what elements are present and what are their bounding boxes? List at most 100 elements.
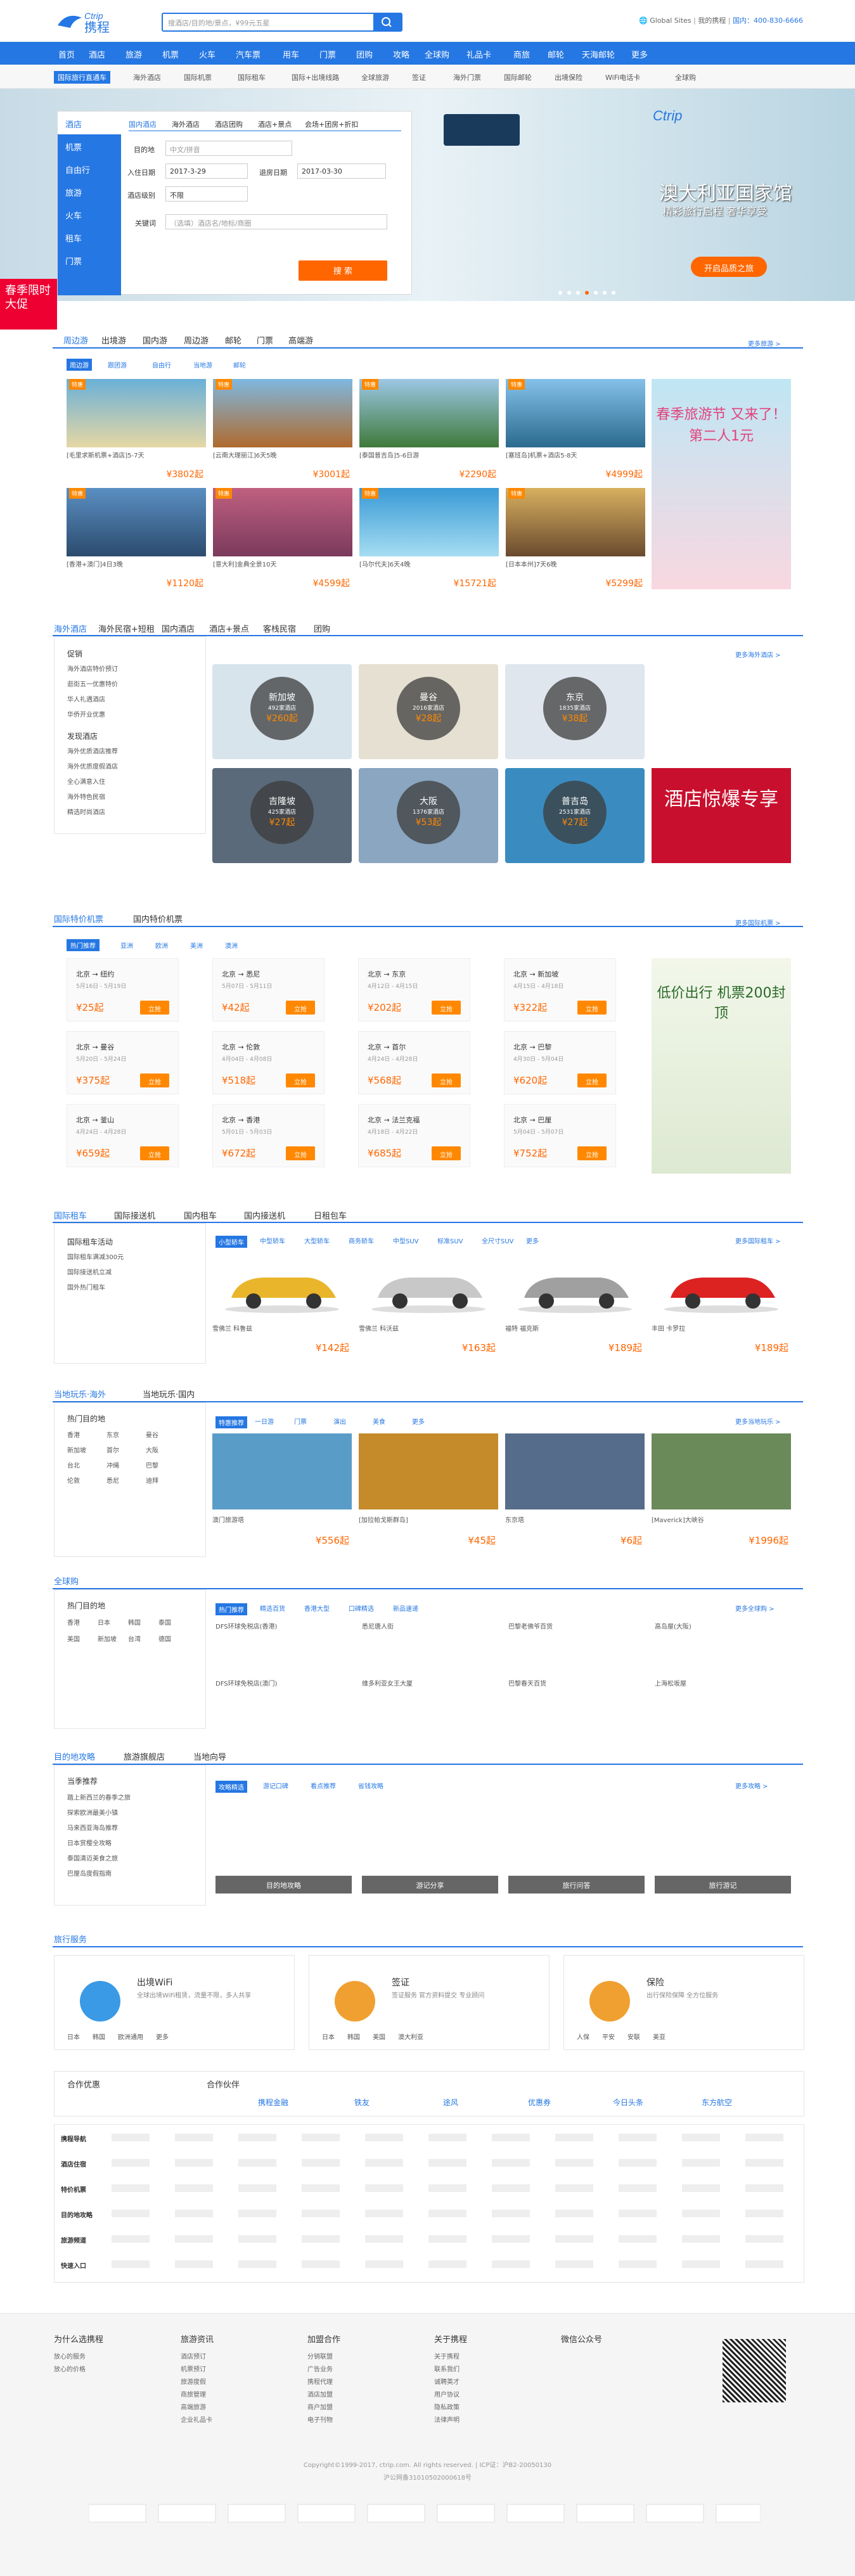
section-tab[interactable]: 团购 bbox=[314, 622, 330, 634]
flight-deal-card[interactable]: 北京 → 香港 5月01日 - 5月03日 ¥672起 立抢 bbox=[212, 1104, 325, 1167]
section-tab[interactable]: 国内特价机票 bbox=[133, 913, 183, 925]
city-link[interactable]: 日本 bbox=[98, 1615, 128, 1632]
fun-subtab[interactable]: 美食 bbox=[373, 1416, 385, 1426]
shop-subtab[interactable]: 新品速递 bbox=[393, 1603, 418, 1613]
buy-button[interactable]: 立抢 bbox=[577, 1073, 607, 1087]
city-link[interactable]: 悉尼 bbox=[106, 1474, 146, 1489]
guide-subtab[interactable]: 攻略精选 bbox=[215, 1781, 247, 1793]
fun-subtab[interactable]: 特惠推荐 bbox=[215, 1416, 247, 1428]
tour-card[interactable]: 特惠 [香港+澳门]4日3晚 ¥1120起 bbox=[67, 488, 206, 589]
buy-button[interactable]: 立抢 bbox=[432, 1073, 461, 1087]
fun-subtab[interactable]: 一日游 bbox=[255, 1416, 274, 1426]
footer-link[interactable]: 商户加盟 bbox=[307, 2402, 340, 2414]
flight-deal-card[interactable]: 北京 → 悉尼 5月07日 - 5月11日 ¥42起 立抢 bbox=[212, 958, 325, 1022]
section-tab[interactable]: 国内接送机 bbox=[244, 1209, 285, 1221]
car-type-tab[interactable]: 小型轿车 bbox=[215, 1236, 247, 1248]
shop-subtab[interactable]: 精选百货 bbox=[260, 1603, 285, 1613]
section-tab[interactable]: 酒店+景点 bbox=[209, 622, 249, 634]
fun-subtab[interactable]: 更多 bbox=[412, 1416, 425, 1426]
city-link[interactable]: 泰国 bbox=[158, 1615, 189, 1632]
link-row[interactable] bbox=[112, 2134, 796, 2141]
subtab[interactable]: 澳洲 bbox=[225, 940, 238, 950]
footer-link[interactable]: 电子刊物 bbox=[307, 2414, 340, 2427]
footer-link[interactable]: 商旅管理 bbox=[181, 2389, 214, 2402]
flight-deal-card[interactable]: 北京 → 巴厘 5月04日 - 5月07日 ¥752起 立抢 bbox=[504, 1104, 616, 1167]
subnav-item[interactable]: 海外酒店 bbox=[133, 72, 161, 82]
buy-button[interactable]: 立抢 bbox=[577, 1146, 607, 1160]
section-tab[interactable]: 国际特价机票 bbox=[54, 913, 103, 925]
shop-item[interactable]: 高岛屋(大阪) bbox=[655, 1622, 791, 1632]
city-link[interactable]: 大阪 bbox=[146, 1444, 185, 1459]
guide-button[interactable]: 游记分享 bbox=[362, 1876, 498, 1894]
list-item[interactable]: 国际接送机立减 bbox=[67, 1266, 124, 1281]
level-select[interactable]: 不限 bbox=[165, 186, 248, 202]
city-link[interactable]: 首尔 bbox=[106, 1444, 146, 1459]
section-tab[interactable]: 国内酒店 bbox=[162, 622, 195, 634]
subnav-item[interactable]: 海外门票 bbox=[453, 72, 481, 82]
more-link[interactable]: 更多旅游 > bbox=[748, 338, 781, 348]
buy-button[interactable]: 立抢 bbox=[140, 1073, 169, 1087]
car-card[interactable]: 丰田 卡罗拉 ¥189起 bbox=[652, 1253, 791, 1361]
car-type-tab[interactable]: 中型轿车 bbox=[260, 1236, 285, 1245]
subtab[interactable]: 亚洲 bbox=[120, 940, 133, 950]
section-tab[interactable]: 门票 bbox=[257, 334, 273, 346]
footer-link[interactable]: 诚聘英才 bbox=[434, 2376, 467, 2389]
city-link[interactable]: 巴黎 bbox=[146, 1459, 185, 1474]
subtab[interactable]: 热门推荐 bbox=[67, 939, 100, 951]
guide-subtab[interactable]: 省钱攻略 bbox=[358, 1781, 383, 1790]
city-card[interactable]: 曼谷 2016家酒店 ¥28起 bbox=[359, 664, 498, 759]
car-card[interactable]: 福特 福克斯 ¥189起 bbox=[505, 1253, 645, 1361]
nav-item[interactable]: 旅游 bbox=[125, 48, 142, 60]
car-type-tab[interactable]: 全尺寸SUV bbox=[482, 1236, 514, 1245]
partner-logo[interactable]: 东方航空 bbox=[682, 2092, 752, 2111]
service-chip[interactable]: 欧洲通用 bbox=[118, 2034, 143, 2041]
list-item[interactable]: 探索欧洲最美小镇 bbox=[67, 1806, 131, 1821]
carousel-dots[interactable] bbox=[558, 288, 627, 295]
section-tab[interactable]: 当地向导 bbox=[193, 1750, 226, 1762]
flight-deal-card[interactable]: 北京 → 东京 4月12日 - 4月15日 ¥202起 立抢 bbox=[358, 958, 470, 1022]
city-link[interactable]: 台北 bbox=[67, 1459, 106, 1474]
tab-flight[interactable]: 机票 bbox=[58, 134, 121, 157]
nav-item[interactable]: 天海邮轮 bbox=[582, 48, 615, 60]
shop-item[interactable]: 悉尼唐人街 bbox=[362, 1622, 498, 1632]
more-link[interactable]: 更多全球购 > bbox=[735, 1603, 775, 1613]
fun-subtab[interactable]: 门票 bbox=[294, 1416, 307, 1426]
subtab[interactable]: 邮轮 bbox=[233, 360, 246, 369]
subtab[interactable]: 欧洲 bbox=[155, 940, 168, 950]
list-item[interactable]: 马来西亚海岛推荐 bbox=[67, 1821, 131, 1836]
activity-card[interactable]: [Maverick]大峡谷 ¥1996起 bbox=[652, 1433, 791, 1554]
service-chip[interactable]: 更多 bbox=[156, 2034, 169, 2041]
ctrip-logo[interactable]: Ctrip 携程 bbox=[54, 6, 136, 35]
nav-item[interactable]: 更多 bbox=[631, 48, 648, 60]
section-tab[interactable]: 当地玩乐·海外 bbox=[54, 1388, 106, 1400]
city-link[interactable]: 迪拜 bbox=[146, 1474, 185, 1489]
subnav-item[interactable]: 国际旅行直通车 bbox=[54, 71, 110, 84]
nav-item[interactable]: 全球购 bbox=[425, 48, 449, 60]
shop-subtab[interactable]: 香港大型 bbox=[304, 1603, 330, 1613]
section-tab[interactable]: 旅游旗舰店 bbox=[124, 1750, 165, 1762]
list-item[interactable]: 全心满意入住 bbox=[67, 775, 118, 790]
search-submit-button[interactable]: 搜 索 bbox=[299, 260, 387, 281]
hotel-tab-overseas[interactable]: 海外酒店 bbox=[172, 119, 200, 129]
banner-cta-button[interactable]: 开启品质之旅 bbox=[691, 257, 767, 277]
buy-button[interactable]: 立抢 bbox=[286, 1146, 315, 1160]
search-button[interactable] bbox=[373, 14, 401, 30]
tab-tour[interactable]: 旅游 bbox=[58, 180, 121, 203]
buy-button[interactable]: 立抢 bbox=[432, 1001, 461, 1015]
city-card[interactable]: 吉隆坡 425家酒店 ¥27起 bbox=[212, 768, 352, 863]
tour-card[interactable]: 特惠 [泰国普吉岛]5-6日游 ¥2290起 bbox=[359, 379, 499, 480]
subnav-item[interactable]: 国际机票 bbox=[184, 72, 212, 82]
tour-card[interactable]: 特惠 [云南大理丽江]6天5晚 ¥3001起 bbox=[213, 379, 352, 480]
subnav-item[interactable]: 签证 bbox=[412, 72, 426, 82]
service-chip[interactable]: 安联 bbox=[627, 2034, 640, 2041]
city-link[interactable]: 冲绳 bbox=[106, 1459, 146, 1474]
activity-card[interactable]: [加拉帕戈斯群岛] ¥45起 bbox=[359, 1433, 498, 1554]
section-tab[interactable]: 国际租车 bbox=[54, 1209, 87, 1221]
fun-subtab[interactable]: 演出 bbox=[333, 1416, 346, 1426]
partner-logo[interactable]: 今日头条 bbox=[593, 2092, 663, 2111]
tour-card[interactable]: 特惠 [日本本州]7天6晚 ¥5299起 bbox=[506, 488, 645, 589]
more-link[interactable]: 更多国际租车 > bbox=[735, 1236, 781, 1245]
subtab[interactable]: 当地游 bbox=[193, 360, 212, 369]
hotel-tab-meeting[interactable]: 会场+团房+折扣 bbox=[305, 119, 358, 129]
keyword-input[interactable]: （选填）酒店名/地标/商圈 bbox=[165, 214, 387, 229]
